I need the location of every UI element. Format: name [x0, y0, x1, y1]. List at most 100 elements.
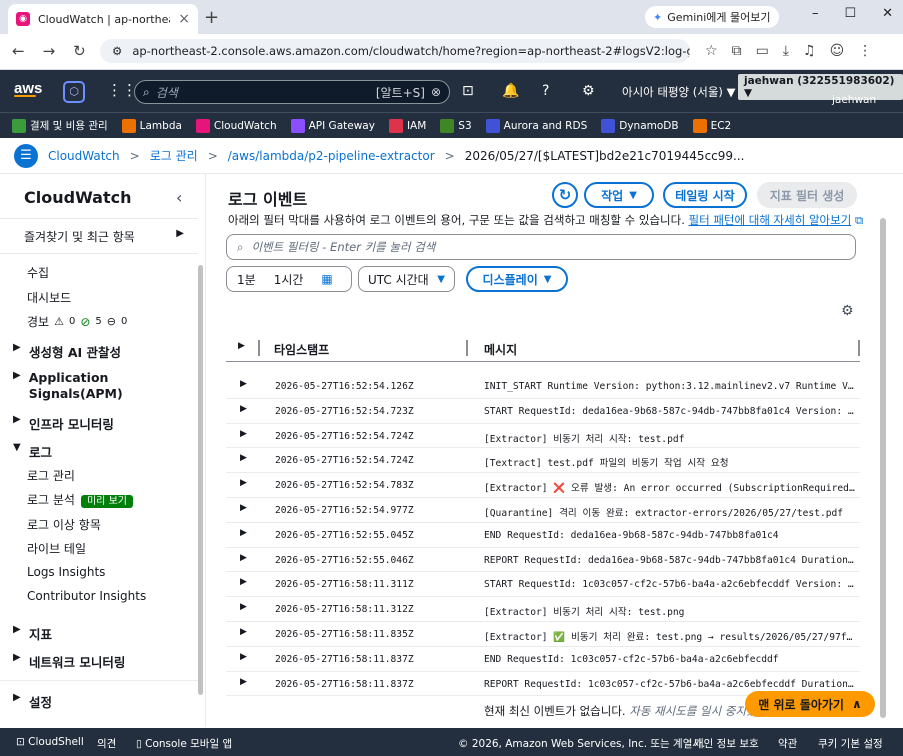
breadcrumb-log-management[interactable]: 로그 관리: [150, 147, 198, 164]
cloudshell-link[interactable]: ⊡ CloudShell: [16, 736, 84, 748]
main-scrollbar[interactable]: [880, 218, 886, 718]
time-1h-option[interactable]: 1시간: [274, 271, 304, 288]
back-icon[interactable]: ←: [12, 42, 25, 60]
expand-row-icon[interactable]: ▶: [240, 602, 248, 612]
sidebar-item-live-tail[interactable]: 라이브 테일: [27, 540, 86, 557]
start-tailing-button[interactable]: 테일링 시작: [663, 182, 747, 208]
table-row[interactable]: ▶ 2026-05-27T16:52:55.046Z REPORT RequestI…: [226, 548, 860, 573]
sidebar-item-logs-insights[interactable]: Logs Insights: [27, 565, 105, 579]
breadcrumb-cloudwatch[interactable]: CloudWatch: [48, 149, 120, 163]
bookmark-item[interactable]: Lambda: [121, 118, 182, 133]
sidebar-item-log-anomalies[interactable]: 로그 이상 항목: [27, 516, 101, 533]
timezone-select[interactable]: UTC 시간대 ▼: [358, 266, 455, 292]
back-to-top-button[interactable]: 맨 위로 돌아가기 ∧: [745, 691, 875, 717]
expand-row-icon[interactable]: ▶: [240, 553, 248, 563]
aws-search-input[interactable]: ⌕ 검색 [알트+S] ⊗: [134, 80, 450, 104]
maximize-icon[interactable]: ☐: [844, 6, 856, 21]
filter-pattern-link[interactable]: 필터 패턴에 대해 자세히 알아보기: [689, 213, 852, 227]
expand-row-icon[interactable]: ▶: [240, 453, 248, 463]
bookmark-item[interactable]: 결제 및 비용 관리: [12, 118, 108, 133]
sidebar-title[interactable]: CloudWatch: [24, 188, 131, 207]
bookmark-item[interactable]: DynamoDB: [601, 118, 679, 133]
actions-button[interactable]: 작업 ▼: [584, 182, 654, 208]
console-mobile-link[interactable]: ▯ Console 모바일 앱: [136, 736, 232, 751]
table-row[interactable]: ▶ 2026-05-27T16:58:11.835Z [Extractor] ✅ 비…: [226, 622, 860, 647]
sidebar-item-log-management[interactable]: 로그 관리: [27, 467, 75, 484]
expand-row-icon[interactable]: ▶: [240, 429, 248, 439]
sidebar-item-dashboards[interactable]: 대시보드: [27, 289, 71, 306]
sidebar-item-ingest[interactable]: 수집: [27, 264, 49, 281]
reload-icon[interactable]: ↻: [73, 42, 86, 60]
sidebar-item-contributor-insights[interactable]: Contributor Insights: [27, 589, 146, 603]
bookmark-item[interactable]: IAM: [388, 118, 426, 133]
create-metric-filter-button[interactable]: 지표 필터 생성: [757, 182, 857, 208]
bookmark-star-icon[interactable]: ☆: [705, 43, 718, 59]
expand-row-icon[interactable]: ▶: [240, 503, 248, 513]
col-message[interactable]: 메시지: [484, 341, 517, 358]
table-row[interactable]: ▶ 2026-05-27T16:52:54.126Z INIT_START Runt…: [226, 374, 860, 399]
sidebar-group-settings[interactable]: ▶ 설정: [13, 692, 52, 711]
sidebar-favorites[interactable]: 즐겨찾기 및 최근 항목 ▶: [24, 228, 184, 245]
bookmark-item[interactable]: Aurora and RDS: [485, 118, 587, 133]
sidebar-group-logs[interactable]: ▼ 로그: [13, 442, 52, 461]
sidebar-item-alarms[interactable]: 경보 ⚠ 0 ⊘ 5 ⊖ 0: [27, 313, 127, 330]
forward-icon[interactable]: →: [43, 42, 56, 60]
sidebar-group-infra[interactable]: ▶ 인프라 모니터링: [13, 414, 114, 433]
breadcrumb-log-group[interactable]: /aws/lambda/p2-pipeline-extractor: [228, 149, 435, 163]
minimize-icon[interactable]: –: [812, 6, 819, 21]
time-1m-option[interactable]: 1분: [237, 271, 256, 288]
table-row[interactable]: ▶ 2026-05-27T16:52:54.783Z [Extractor] ❌ 오…: [226, 473, 860, 498]
search-clear-icon[interactable]: ⊗: [431, 85, 441, 99]
table-row[interactable]: ▶ 2026-05-27T16:52:54.723Z START RequestId…: [226, 399, 860, 424]
region-selector[interactable]: 아시아 태평양 (서울) ▼: [622, 84, 735, 100]
new-tab-button[interactable]: +: [204, 7, 219, 28]
table-row[interactable]: ▶ 2026-05-27T16:52:54.977Z [Quarantine] 격리…: [226, 498, 860, 523]
sidebar-close-icon[interactable]: ‹: [176, 188, 182, 207]
table-row[interactable]: ▶ 2026-05-27T16:58:11.311Z START RequestId…: [226, 572, 860, 598]
browser-tab[interactable]: ◉ CloudWatch | ap-northeast-2 ×: [8, 4, 198, 34]
table-row[interactable]: ▶ 2026-05-27T16:58:11.312Z [Extractor] 비동기…: [226, 597, 860, 622]
url-bar[interactable]: ⚙ ap-northeast-2.console.aws.amazon.com/…: [100, 39, 690, 63]
bookmark-item[interactable]: API Gateway: [290, 118, 375, 133]
expand-row-icon[interactable]: ▶: [240, 627, 248, 637]
event-filter-input[interactable]: ⌕ 이벤트 필터링 - Enter 키를 눌러 검색: [226, 234, 856, 260]
expand-row-icon[interactable]: ▶: [240, 577, 248, 587]
bookmark-item[interactable]: CloudWatch: [195, 118, 277, 133]
sidebar-item-log-analysis[interactable]: 로그 분석 미리 보기: [27, 491, 133, 508]
privacy-link[interactable]: 개인 정보 보호: [694, 736, 759, 751]
menu-icon[interactable]: ⋮: [858, 43, 872, 59]
expand-row-icon[interactable]: ▶: [240, 478, 248, 488]
sidebar-group-network[interactable]: ▶ 네트워크 모니터링: [13, 652, 125, 671]
help-icon[interactable]: ?: [542, 83, 549, 99]
side-nav-toggle-icon[interactable]: ☰: [14, 143, 38, 168]
table-row[interactable]: ▶ 2026-05-27T16:52:54.724Z [Extractor] 비동기…: [226, 424, 860, 449]
col-timestamp[interactable]: 타임스탬프: [274, 341, 329, 358]
column-separator[interactable]: [466, 340, 468, 356]
expand-row-icon[interactable]: ▶: [240, 379, 248, 389]
table-row[interactable]: ▶ 2026-05-27T16:58:11.837Z END RequestId: …: [226, 647, 860, 672]
aws-logo[interactable]: aws: [14, 80, 42, 97]
calendar-icon[interactable]: ▦: [321, 272, 332, 286]
cast-icon[interactable]: ▭: [756, 43, 769, 59]
feedback-link[interactable]: 의견: [97, 736, 116, 751]
cookie-preferences-link[interactable]: 쿠키 기본 설정: [818, 736, 883, 751]
site-info-icon[interactable]: ⚙: [112, 44, 122, 58]
service-shortcut-icon[interactable]: ⬡: [63, 81, 85, 103]
download-icon[interactable]: ⤓: [783, 43, 789, 59]
table-row[interactable]: ▶ 2026-05-27T16:52:55.045Z END RequestId: …: [226, 523, 860, 548]
column-separator[interactable]: [258, 340, 260, 356]
table-preferences-gear-icon[interactable]: ⚙: [841, 303, 854, 319]
gemini-button[interactable]: ✦ Gemini에게 물어보기: [645, 6, 779, 28]
expand-row-icon[interactable]: ▶: [240, 652, 248, 662]
notifications-icon[interactable]: 🔔: [502, 83, 519, 99]
close-tab-icon[interactable]: ×: [178, 11, 190, 27]
bookmark-item[interactable]: EC2: [692, 118, 731, 133]
sidebar-group-metrics[interactable]: ▶ 지표: [13, 624, 52, 643]
sidebar-scrollbar[interactable]: [198, 265, 203, 695]
profile-icon[interactable]: ☺: [830, 43, 845, 59]
column-separator[interactable]: [858, 340, 860, 356]
terms-link[interactable]: 약관: [778, 736, 797, 751]
cloudshell-icon[interactable]: ⊡: [462, 83, 474, 99]
media-icon[interactable]: ♫: [803, 43, 816, 59]
account-menu[interactable]: jaehwan (322551983602) ▼: [738, 74, 903, 100]
